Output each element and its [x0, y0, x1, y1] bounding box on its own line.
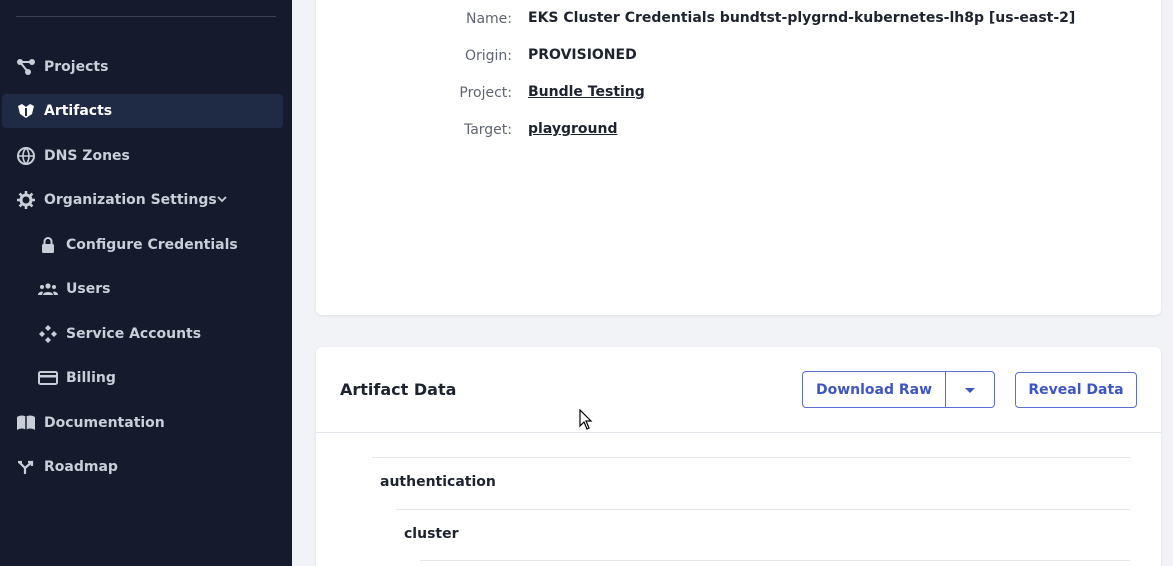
- sidebar-item-configure-credentials[interactable]: Configure Credentials: [0, 228, 292, 262]
- service-accounts-icon: [38, 324, 58, 344]
- name-label: Name:: [465, 11, 512, 27]
- reveal-data-button[interactable]: Reveal Data: [1015, 372, 1137, 408]
- download-button-group: Download Raw: [802, 371, 995, 408]
- sidebar-item-label: Users: [66, 281, 111, 297]
- sidebar-item-organization-settings[interactable]: Organization Settings: [0, 183, 292, 217]
- gear-icon: [16, 190, 36, 210]
- sidebar-item-users[interactable]: Users: [0, 272, 292, 306]
- sidebar-item-service-accounts[interactable]: Service Accounts: [0, 317, 292, 351]
- sidebar-item-billing[interactable]: Billing: [0, 361, 292, 395]
- projects-icon: [16, 57, 36, 77]
- download-options-button[interactable]: [946, 372, 994, 407]
- sidebar-item-label: Projects: [44, 59, 109, 75]
- globe-icon: [16, 146, 36, 166]
- credit-card-icon: [38, 368, 58, 388]
- sidebar-item-artifacts[interactable]: Artifacts: [0, 94, 292, 128]
- project-link[interactable]: Bundle Testing: [528, 84, 645, 100]
- tree-node-cluster[interactable]: cluster: [404, 526, 459, 542]
- artifacts-icon: [16, 101, 36, 121]
- sidebar-item-label: Configure Credentials: [66, 237, 238, 253]
- sidebar-item-label: DNS Zones: [44, 148, 130, 164]
- target-label: Target:: [463, 122, 512, 138]
- users-icon: [38, 279, 58, 299]
- header-divider: [316, 432, 1161, 433]
- origin-value: PROVISIONED: [528, 47, 637, 63]
- sidebar-item-dns-zones[interactable]: DNS Zones: [0, 139, 292, 173]
- project-label: Project:: [459, 85, 512, 101]
- tree-node-authentication[interactable]: authentication: [380, 474, 496, 490]
- sidebar-divider: [16, 16, 276, 17]
- tree-divider: [396, 509, 1130, 510]
- sidebar-item-projects[interactable]: Projects: [0, 50, 292, 84]
- origin-label: Origin:: [464, 48, 512, 64]
- name-value: EKS Cluster Credentials bundtst-plygrnd-…: [528, 10, 1076, 26]
- sidebar: Projects Artifacts DNS Zones Organizatio…: [0, 0, 292, 566]
- roadmap-icon: [16, 457, 36, 477]
- sidebar-item-label: Documentation: [44, 415, 165, 431]
- sidebar-item-documentation[interactable]: Documentation: [0, 406, 292, 440]
- sidebar-item-label: Organization Settings: [44, 192, 217, 208]
- caret-down-icon: [964, 380, 976, 399]
- artifact-data-title: Artifact Data: [340, 380, 457, 399]
- tree-divider: [420, 560, 1130, 561]
- sidebar-item-label: Roadmap: [44, 459, 118, 475]
- download-raw-button[interactable]: Download Raw: [803, 372, 946, 407]
- tree-divider: [372, 457, 1130, 458]
- target-link[interactable]: playground: [528, 121, 617, 137]
- artifact-details-card: [316, 0, 1161, 315]
- sidebar-item-label: Service Accounts: [66, 326, 202, 342]
- chevron-down-icon[interactable]: [215, 192, 229, 210]
- mouse-cursor-icon: [579, 408, 593, 435]
- sidebar-item-label: Artifacts: [44, 103, 113, 119]
- lock-icon: [38, 235, 58, 255]
- sidebar-item-label: Billing: [66, 370, 116, 386]
- book-icon: [16, 413, 36, 433]
- sidebar-item-roadmap[interactable]: Roadmap: [0, 450, 292, 484]
